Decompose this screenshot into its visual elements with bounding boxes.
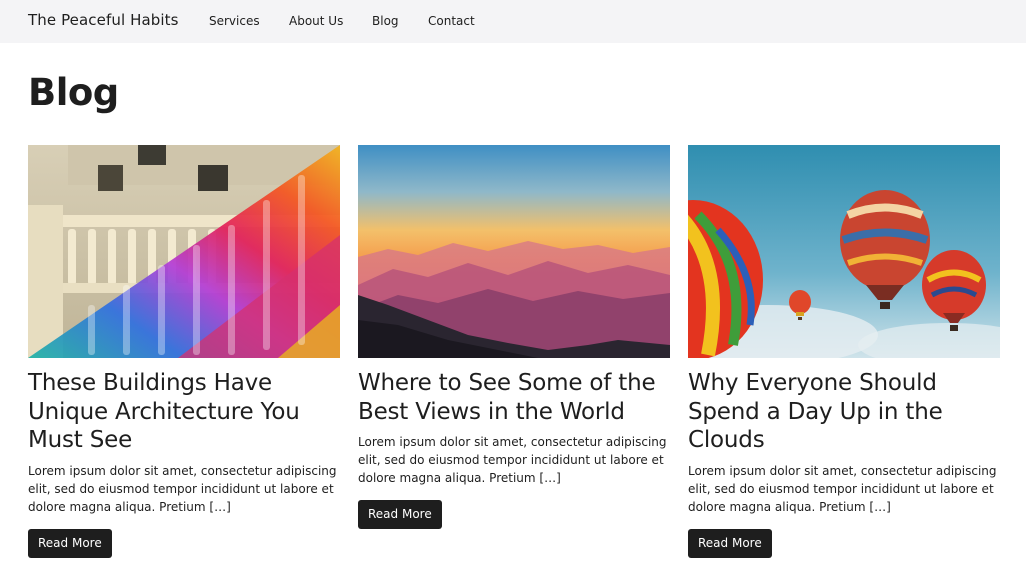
read-more-button[interactable]: Read More bbox=[358, 500, 442, 529]
blog-post-card: Why Everyone Should Spend a Day Up in th… bbox=[688, 145, 1000, 558]
post-image-link[interactable] bbox=[688, 145, 1000, 358]
sunset-mountains-image bbox=[358, 145, 670, 358]
post-excerpt: Lorem ipsum dolor sit amet, consectetur … bbox=[28, 463, 337, 514]
blog-post-card: These Buildings Have Unique Architecture… bbox=[28, 145, 340, 558]
post-title[interactable]: Why Everyone Should Spend a Day Up in th… bbox=[688, 369, 1000, 455]
post-excerpt: Lorem ipsum dolor sit amet, consectetur … bbox=[688, 463, 997, 514]
site-header: The Peaceful Habits Services About Us Bl… bbox=[0, 0, 1026, 43]
post-title[interactable]: Where to See Some of the Best Views in t… bbox=[358, 369, 670, 426]
read-more-button[interactable]: Read More bbox=[688, 528, 772, 558]
nav-link-services[interactable]: Services bbox=[209, 14, 260, 28]
nav-link-blog[interactable]: Blog bbox=[372, 14, 399, 28]
blog-post-card: Where to See Some of the Best Views in t… bbox=[358, 145, 670, 529]
read-more-button[interactable]: Read More bbox=[28, 528, 112, 558]
post-excerpt: Lorem ipsum dolor sit amet, consectetur … bbox=[358, 435, 667, 485]
hot-air-balloons-image bbox=[688, 145, 1000, 358]
post-title[interactable]: These Buildings Have Unique Architecture… bbox=[28, 369, 340, 455]
site-brand-link[interactable]: The Peaceful Habits bbox=[28, 11, 179, 29]
nav-link-contact[interactable]: Contact bbox=[428, 14, 475, 28]
nav-link-about-us[interactable]: About Us bbox=[289, 14, 343, 28]
post-image-link[interactable] bbox=[28, 145, 340, 358]
page-title: Blog bbox=[28, 71, 119, 114]
post-image-link[interactable] bbox=[358, 145, 670, 358]
colorful-balustrade-image bbox=[28, 145, 340, 358]
